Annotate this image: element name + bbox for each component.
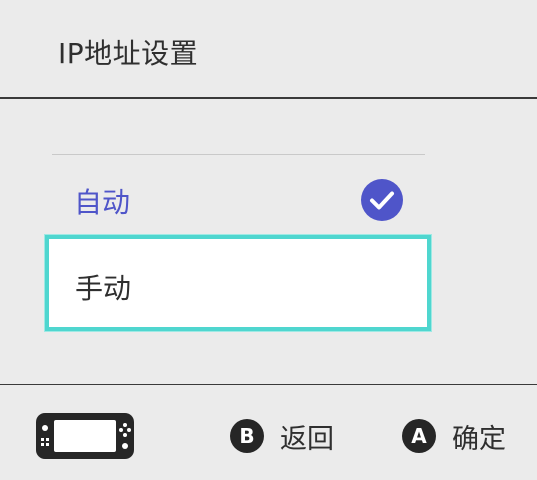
page-title: IP地址设置 xyxy=(58,37,199,70)
header-divider xyxy=(0,97,537,99)
option-auto[interactable]: 自动 xyxy=(52,170,425,230)
confirm-button[interactable]: A 确定 xyxy=(402,418,506,455)
b-button-icon: B xyxy=(230,419,264,453)
confirm-label: 确定 xyxy=(452,423,506,455)
footer-divider xyxy=(0,384,537,385)
back-button[interactable]: B 返回 xyxy=(230,418,334,455)
option-manual-label: 手动 xyxy=(75,272,132,305)
check-circle-icon xyxy=(361,179,403,221)
option-auto-label: 自动 xyxy=(74,186,131,219)
a-button-icon: A xyxy=(402,419,436,453)
list-separator xyxy=(52,154,425,155)
back-label: 返回 xyxy=(280,423,334,455)
console-icon xyxy=(36,413,134,459)
option-manual[interactable]: 手动 xyxy=(45,235,431,331)
